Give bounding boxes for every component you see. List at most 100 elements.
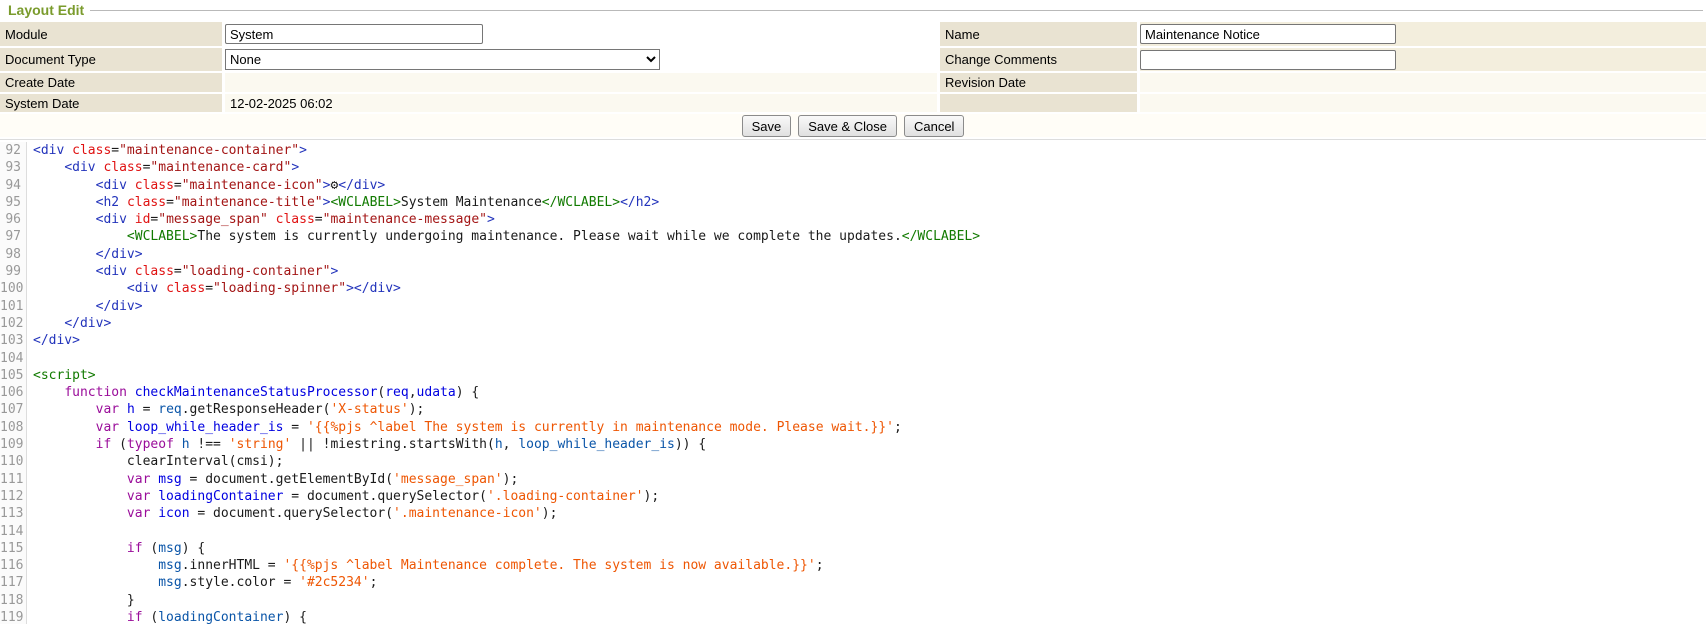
- code-line: 101 </div>: [0, 298, 1706, 315]
- code-line-content: </div>: [27, 247, 143, 262]
- code-line-content: <script>: [27, 368, 96, 383]
- code-line: 112 var loadingContainer = document.quer…: [0, 488, 1706, 505]
- code-line-content: var loadingContainer = document.querySel…: [27, 489, 659, 504]
- create-date-value: [225, 73, 937, 92]
- code-editor[interactable]: 92<div class="maintenance-container">93 …: [0, 139, 1706, 624]
- page-title: Layout Edit: [8, 2, 84, 18]
- line-number: 118: [0, 592, 27, 609]
- line-number: 119: [0, 609, 27, 624]
- code-line: 106 function checkMaintenanceStatusProce…: [0, 384, 1706, 401]
- module-value-cell: [225, 22, 937, 46]
- code-line-content: </div>: [27, 333, 80, 348]
- code-line: 113 var icon = document.querySelector('.…: [0, 505, 1706, 522]
- line-number: 100: [0, 280, 27, 297]
- code-line-content: if (msg) {: [27, 541, 205, 556]
- code-line: 96 <div id="message_span" class="mainten…: [0, 211, 1706, 228]
- code-line-content: var msg = document.getElementById('messa…: [27, 472, 518, 487]
- code-line: 118 }: [0, 592, 1706, 609]
- save-button[interactable]: Save: [742, 115, 792, 137]
- code-line: 107 var h = req.getResponseHeader('X-sta…: [0, 401, 1706, 418]
- code-line: 100 <div class="loading-spinner"></div>: [0, 280, 1706, 297]
- line-number: 111: [0, 471, 27, 488]
- line-number: 101: [0, 298, 27, 315]
- code-line-content: <div class="loading-spinner"></div>: [27, 281, 401, 296]
- document-type-value-cell: None: [225, 48, 937, 71]
- code-line-content: msg.innerHTML = '{{%pjs ^label Maintenan…: [27, 558, 824, 573]
- line-number: 106: [0, 384, 27, 401]
- code-line-content: msg.style.color = '#2c5234';: [27, 575, 377, 590]
- revision-date-label: Revision Date: [940, 73, 1137, 92]
- line-number: 116: [0, 557, 27, 574]
- layout-edit-form: Module Name Document Type None Change Co…: [0, 22, 1706, 112]
- form-header: Layout Edit: [0, 0, 1706, 22]
- code-line-content: <div class="loading-container">: [27, 264, 338, 279]
- document-type-select[interactable]: None: [225, 49, 660, 70]
- line-number: 114: [0, 523, 27, 540]
- document-type-label: Document Type: [0, 48, 222, 71]
- code-line-content: function checkMaintenanceStatusProcessor…: [27, 385, 479, 400]
- code-line-content: var loop_while_header_is = '{{%pjs ^labe…: [27, 420, 902, 435]
- module-input[interactable]: [225, 24, 483, 44]
- line-number: 113: [0, 505, 27, 522]
- change-comments-value-cell: [1140, 48, 1706, 71]
- form-row: Document Type None Change Comments: [0, 48, 1706, 71]
- cancel-button[interactable]: Cancel: [904, 115, 964, 137]
- code-line: 108 var loop_while_header_is = '{{%pjs ^…: [0, 419, 1706, 436]
- change-comments-label: Change Comments: [940, 48, 1137, 71]
- code-line: 92<div class="maintenance-container">: [0, 142, 1706, 159]
- code-line: 119 if (loadingContainer) {: [0, 609, 1706, 624]
- line-number: 110: [0, 453, 27, 470]
- form-row: System Date 12-02-2025 06:02: [0, 94, 1706, 112]
- code-line: 117 msg.style.color = '#2c5234';: [0, 574, 1706, 591]
- name-input[interactable]: [1140, 24, 1396, 44]
- button-row: Save Save & Close Cancel: [0, 114, 1706, 137]
- system-date-label: System Date: [0, 94, 222, 112]
- code-line: 115 if (msg) {: [0, 540, 1706, 557]
- code-line: 114: [0, 523, 1706, 540]
- line-number: 93: [0, 159, 27, 176]
- code-line-content: <div class="maintenance-container">: [27, 143, 307, 158]
- code-line: 99 <div class="loading-container">: [0, 263, 1706, 280]
- create-date-label: Create Date: [0, 73, 222, 92]
- line-number: 107: [0, 401, 27, 418]
- line-number: 117: [0, 574, 27, 591]
- code-line-content: var icon = document.querySelector('.main…: [27, 506, 557, 521]
- save-close-button[interactable]: Save & Close: [798, 115, 897, 137]
- name-value-cell: [1140, 22, 1706, 46]
- code-line-content: var h = req.getResponseHeader('X-status'…: [27, 402, 424, 417]
- legend-line: [90, 10, 1703, 11]
- code-line-content: <div class="maintenance-icon">⚙</div>: [27, 178, 385, 193]
- code-line-content: <div id="message_span" class="maintenanc…: [27, 212, 495, 227]
- line-number: 96: [0, 211, 27, 228]
- code-line-content: clearInterval(cmsi);: [27, 454, 283, 469]
- code-line-content: if (loadingContainer) {: [27, 610, 307, 624]
- code-line: 93 <div class="maintenance-card">: [0, 159, 1706, 176]
- code-line-content: </div>: [27, 316, 111, 331]
- line-number: 112: [0, 488, 27, 505]
- line-number: 98: [0, 246, 27, 263]
- code-line: 110 clearInterval(cmsi);: [0, 453, 1706, 470]
- code-line-content: }: [27, 593, 135, 608]
- empty-label-cell: [940, 94, 1137, 112]
- code-line: 102 </div>: [0, 315, 1706, 332]
- line-number: 104: [0, 350, 27, 367]
- code-line: 103</div>: [0, 332, 1706, 349]
- code-line-content: [27, 524, 33, 539]
- empty-value-cell: [1140, 94, 1706, 112]
- line-number: 92: [0, 142, 27, 159]
- code-line-content: <WCLABEL>The system is currently undergo…: [27, 229, 980, 244]
- change-comments-input[interactable]: [1140, 50, 1396, 70]
- code-line: 111 var msg = document.getElementById('m…: [0, 471, 1706, 488]
- line-number: 108: [0, 419, 27, 436]
- code-line-content: <h2 class="maintenance-title"><WCLABEL>S…: [27, 195, 659, 210]
- code-line: 104: [0, 350, 1706, 367]
- code-line: 94 <div class="maintenance-icon">⚙</div>: [0, 177, 1706, 194]
- line-number: 99: [0, 263, 27, 280]
- revision-date-value: [1140, 73, 1706, 92]
- line-number: 102: [0, 315, 27, 332]
- line-number: 95: [0, 194, 27, 211]
- line-number: 109: [0, 436, 27, 453]
- form-row: Module Name: [0, 22, 1706, 46]
- line-number: 115: [0, 540, 27, 557]
- code-line-content: <div class="maintenance-card">: [27, 160, 299, 175]
